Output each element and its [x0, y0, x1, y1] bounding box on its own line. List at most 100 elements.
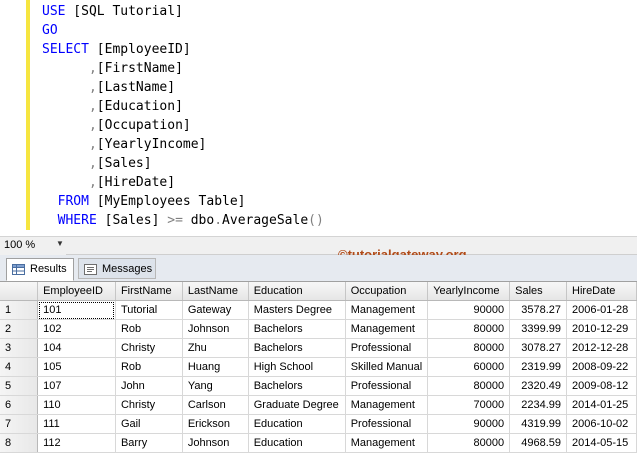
code-line[interactable]: ,[YearlyIncome] [42, 135, 324, 154]
table-row[interactable]: 1 101 Tutorial Gateway Masters Degree Managem… [0, 300, 637, 320]
table-cell[interactable]: 2008-09-22 [566, 357, 637, 377]
table-cell[interactable]: 104 [37, 338, 116, 358]
table-cell[interactable]: 2012-12-28 [566, 338, 637, 358]
table-row[interactable]: 6 110 Christy Carlson Graduate Degree Managem… [0, 395, 637, 415]
table-cell[interactable]: 101 [37, 300, 116, 320]
code-line[interactable]: ,[Sales] [42, 154, 324, 173]
code-line[interactable]: ,[Education] [42, 97, 324, 116]
table-cell[interactable]: 3578.27 [509, 300, 568, 320]
table-cell[interactable]: Bachelors [248, 376, 346, 396]
column-header[interactable]: LastName [182, 282, 249, 301]
table-row[interactable]: 8 112 Barry Johnson Education Management 80000… [0, 433, 637, 453]
table-cell[interactable]: 60000 [427, 357, 511, 377]
table-cell[interactable]: Rob [115, 357, 183, 377]
table-cell[interactable]: 90000 [427, 300, 511, 320]
table-cell[interactable]: 4319.99 [509, 414, 568, 434]
table-cell[interactable]: 2006-10-02 [566, 414, 637, 434]
code-line[interactable]: SELECT [EmployeeID] [42, 40, 324, 59]
table-cell[interactable]: Carlson [182, 395, 249, 415]
tab-results[interactable]: Results [6, 258, 74, 281]
code-line[interactable]: ,[HireDate] [42, 173, 324, 192]
table-cell[interactable]: 80000 [427, 338, 511, 358]
table-cell[interactable]: 105 [37, 357, 116, 377]
table-row[interactable]: 7 111 Gail Erickson Education Professional 900… [0, 414, 637, 434]
table-cell[interactable]: High School [248, 357, 346, 377]
table-cell[interactable]: Gateway [182, 300, 249, 320]
table-cell[interactable]: 90000 [427, 414, 511, 434]
table-cell[interactable]: 80000 [427, 433, 511, 453]
table-cell[interactable]: 2014-01-25 [566, 395, 637, 415]
table-cell[interactable]: Management [345, 300, 429, 320]
table-row[interactable]: 2 102 Rob Johnson Bachelors Management 80000 33… [0, 319, 637, 339]
row-number[interactable]: 4 [0, 357, 39, 377]
table-cell[interactable]: 2009-08-12 [566, 376, 637, 396]
table-cell[interactable]: Masters Degree [248, 300, 346, 320]
table-cell[interactable]: Professional [345, 414, 429, 434]
column-header[interactable]: Education [248, 282, 346, 301]
table-cell[interactable]: 107 [37, 376, 116, 396]
sql-code[interactable]: USE [SQL Tutorial] GO SELECT [EmployeeID] … [42, 2, 324, 230]
row-number[interactable]: 6 [0, 395, 39, 415]
table-cell[interactable]: 2010-12-29 [566, 319, 637, 339]
table-cell[interactable]: Gail [115, 414, 183, 434]
table-cell[interactable]: 70000 [427, 395, 511, 415]
table-cell[interactable]: Education [248, 433, 346, 453]
code-line[interactable]: FROM [MyEmployees Table] [42, 192, 324, 211]
tab-messages[interactable]: Messages [78, 258, 156, 279]
table-cell[interactable]: 2014-05-15 [566, 433, 637, 453]
table-cell[interactable]: Zhu [182, 338, 249, 358]
table-row[interactable]: 3 104 Christy Zhu Bachelors Professional 80000… [0, 338, 637, 358]
code-line[interactable]: USE [SQL Tutorial] [42, 2, 324, 21]
table-row[interactable]: 5 107 John Yang Bachelors Professional 80000 23… [0, 376, 637, 396]
table-cell[interactable]: 4968.59 [509, 433, 568, 453]
row-number[interactable]: 1 [0, 300, 39, 320]
column-header[interactable]: YearlyIncome [427, 282, 511, 301]
column-header[interactable]: Occupation [345, 282, 429, 301]
column-header[interactable]: FirstName [115, 282, 183, 301]
column-header[interactable]: Sales [509, 282, 568, 301]
table-cell[interactable]: 110 [37, 395, 116, 415]
results-grid[interactable]: EmployeeID FirstName LastName Education Occu… [0, 281, 637, 454]
table-cell[interactable]: 80000 [427, 319, 511, 339]
table-cell[interactable]: Johnson [182, 433, 249, 453]
table-cell[interactable]: 2234.99 [509, 395, 568, 415]
table-cell[interactable]: Yang [182, 376, 249, 396]
table-cell[interactable]: 80000 [427, 376, 511, 396]
row-number[interactable]: 7 [0, 414, 39, 434]
table-cell[interactable]: Education [248, 414, 346, 434]
table-cell[interactable]: Bachelors [248, 338, 346, 358]
table-cell[interactable]: Erickson [182, 414, 249, 434]
table-cell[interactable]: Christy [115, 338, 183, 358]
table-cell[interactable]: Johnson [182, 319, 249, 339]
table-cell[interactable]: Bachelors [248, 319, 346, 339]
query-editor[interactable]: USE [SQL Tutorial] GO SELECT [EmployeeID] … [0, 0, 637, 236]
table-cell[interactable]: 3399.99 [509, 319, 568, 339]
row-number[interactable]: 8 [0, 433, 39, 453]
row-header-corner[interactable] [0, 282, 39, 301]
table-cell[interactable]: Management [345, 433, 429, 453]
table-cell[interactable]: Christy [115, 395, 183, 415]
table-cell[interactable]: 112 [37, 433, 116, 453]
code-line[interactable]: ,[Occupation] [42, 116, 324, 135]
table-cell[interactable]: Skilled Manual [345, 357, 429, 377]
column-header[interactable]: EmployeeID [37, 282, 116, 301]
table-cell[interactable]: 3078.27 [509, 338, 568, 358]
row-number[interactable]: 5 [0, 376, 39, 396]
table-cell[interactable]: 2319.99 [509, 357, 568, 377]
code-line[interactable]: ,[FirstName] [42, 59, 324, 78]
table-row[interactable]: 4 105 Rob Huang High School Skilled Manual 600… [0, 357, 637, 377]
table-cell[interactable]: Graduate Degree [248, 395, 346, 415]
zoom-select[interactable]: 100 % [4, 238, 62, 253]
table-cell[interactable]: Barry [115, 433, 183, 453]
table-cell[interactable]: Management [345, 319, 429, 339]
table-cell[interactable]: John [115, 376, 183, 396]
table-cell[interactable]: Management [345, 395, 429, 415]
row-number[interactable]: 3 [0, 338, 39, 358]
row-number[interactable]: 2 [0, 319, 39, 339]
column-header[interactable]: HireDate [566, 282, 637, 301]
code-line[interactable]: ,[LastName] [42, 78, 324, 97]
table-cell[interactable]: Huang [182, 357, 249, 377]
chevron-down-icon[interactable]: ▼ [56, 239, 64, 248]
table-cell[interactable]: 2006-01-28 [566, 300, 637, 320]
table-cell[interactable]: Professional [345, 338, 429, 358]
